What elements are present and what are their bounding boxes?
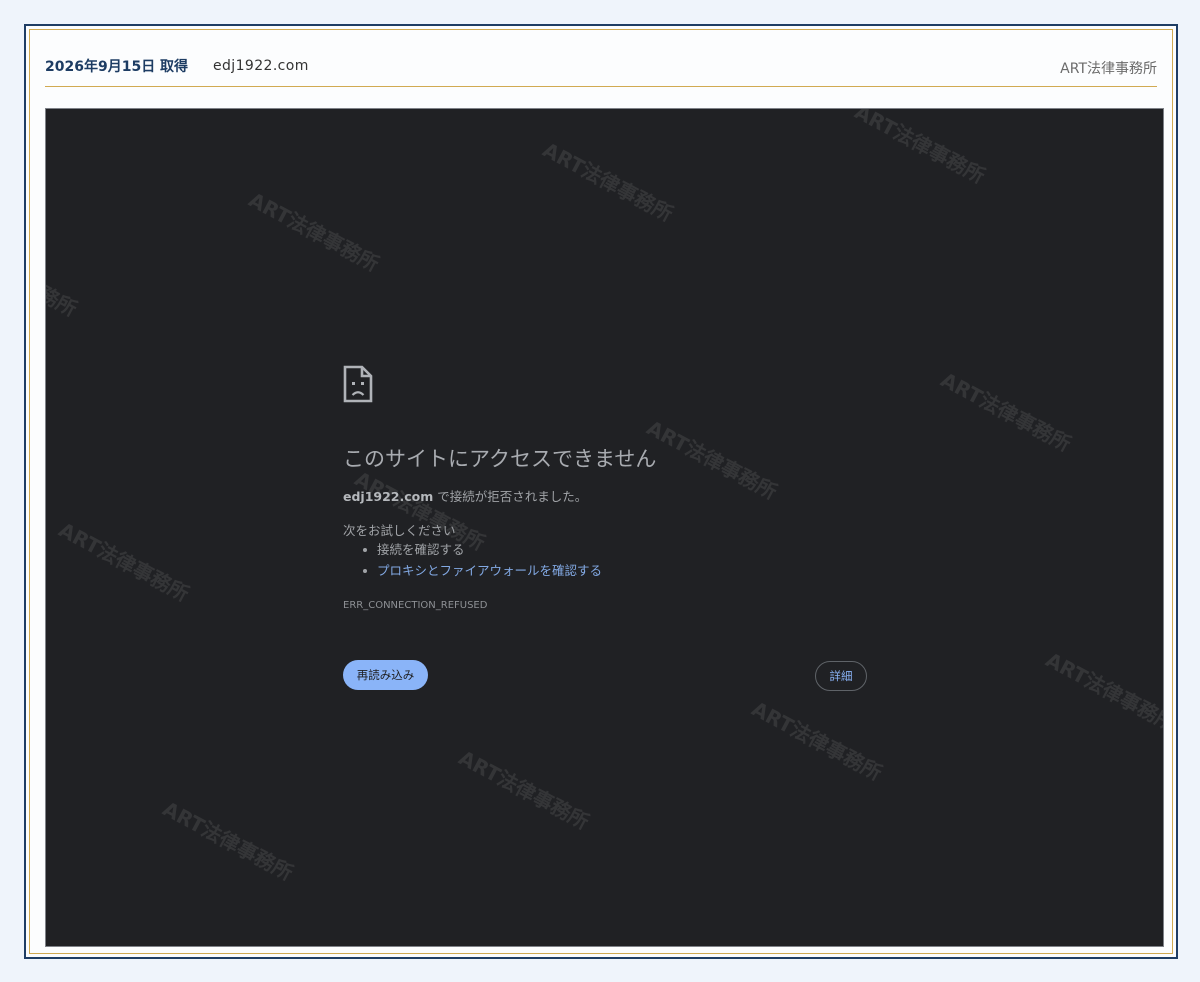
watermark: ART法律事務所 <box>936 367 1075 457</box>
error-description: edj1922.com で接続が拒否されました。 <box>343 486 587 505</box>
firm-name: ART法律事務所 <box>1060 61 1157 77</box>
capture-domain: edj1922.com <box>213 58 309 74</box>
suggestion-check-connection: 接続を確認する <box>377 542 465 557</box>
evidence-frame: 2026年9月15日 取得 edj1922.com ART法律事務所 ART法律… <box>24 24 1178 959</box>
bullet-icon <box>363 569 367 573</box>
error-description-text: で接続が拒否されました。 <box>433 489 588 504</box>
suggestion-list: 接続を確認する プロキシとファイアウォールを確認する <box>343 541 602 583</box>
suggestion-item: 接続を確認する <box>343 541 602 562</box>
sad-page-icon <box>343 365 373 403</box>
reload-button[interactable]: 再読み込み <box>343 660 428 690</box>
bullet-icon <box>363 548 367 552</box>
watermark: ART法律事務所 <box>747 696 886 786</box>
details-button[interactable]: 詳細 <box>815 661 867 691</box>
watermark: ART法律事務所 <box>538 137 677 227</box>
suggestion-check-proxy-link[interactable]: プロキシとファイアウォールを確認する <box>377 563 602 578</box>
error-code: ERR_CONNECTION_REFUSED <box>343 600 488 611</box>
error-host: edj1922.com <box>343 489 434 504</box>
suggestion-item: プロキシとファイアウォールを確認する <box>343 562 602 583</box>
header-divider <box>45 86 1157 87</box>
error-title: このサイトにアクセスできません <box>343 447 657 471</box>
capture-header: 2026年9月15日 取得 edj1922.com ART法律事務所 <box>45 54 1157 78</box>
browser-screenshot: ART法律事務所 ART法律事務所 ART法律事務所 ART法律事務所 ART法… <box>45 108 1164 947</box>
watermark: ART法律事務所 <box>244 187 383 277</box>
watermark: ART法律事務所 <box>642 415 781 505</box>
watermark: ART法律事務所 <box>850 108 989 189</box>
try-heading: 次をお試しください <box>343 523 456 538</box>
capture-date: 2026年9月15日 取得 <box>45 59 189 75</box>
evidence-inner-frame: 2026年9月15日 取得 edj1922.com ART法律事務所 ART法律… <box>29 29 1173 954</box>
watermark: ART法律事務所 <box>54 517 193 607</box>
watermark: ART法律事務所 <box>158 796 297 886</box>
watermark: ART法律事務所 <box>1041 647 1164 737</box>
watermark: ART法律事務所 <box>454 745 593 835</box>
watermark: ART法律事務所 <box>45 232 81 322</box>
